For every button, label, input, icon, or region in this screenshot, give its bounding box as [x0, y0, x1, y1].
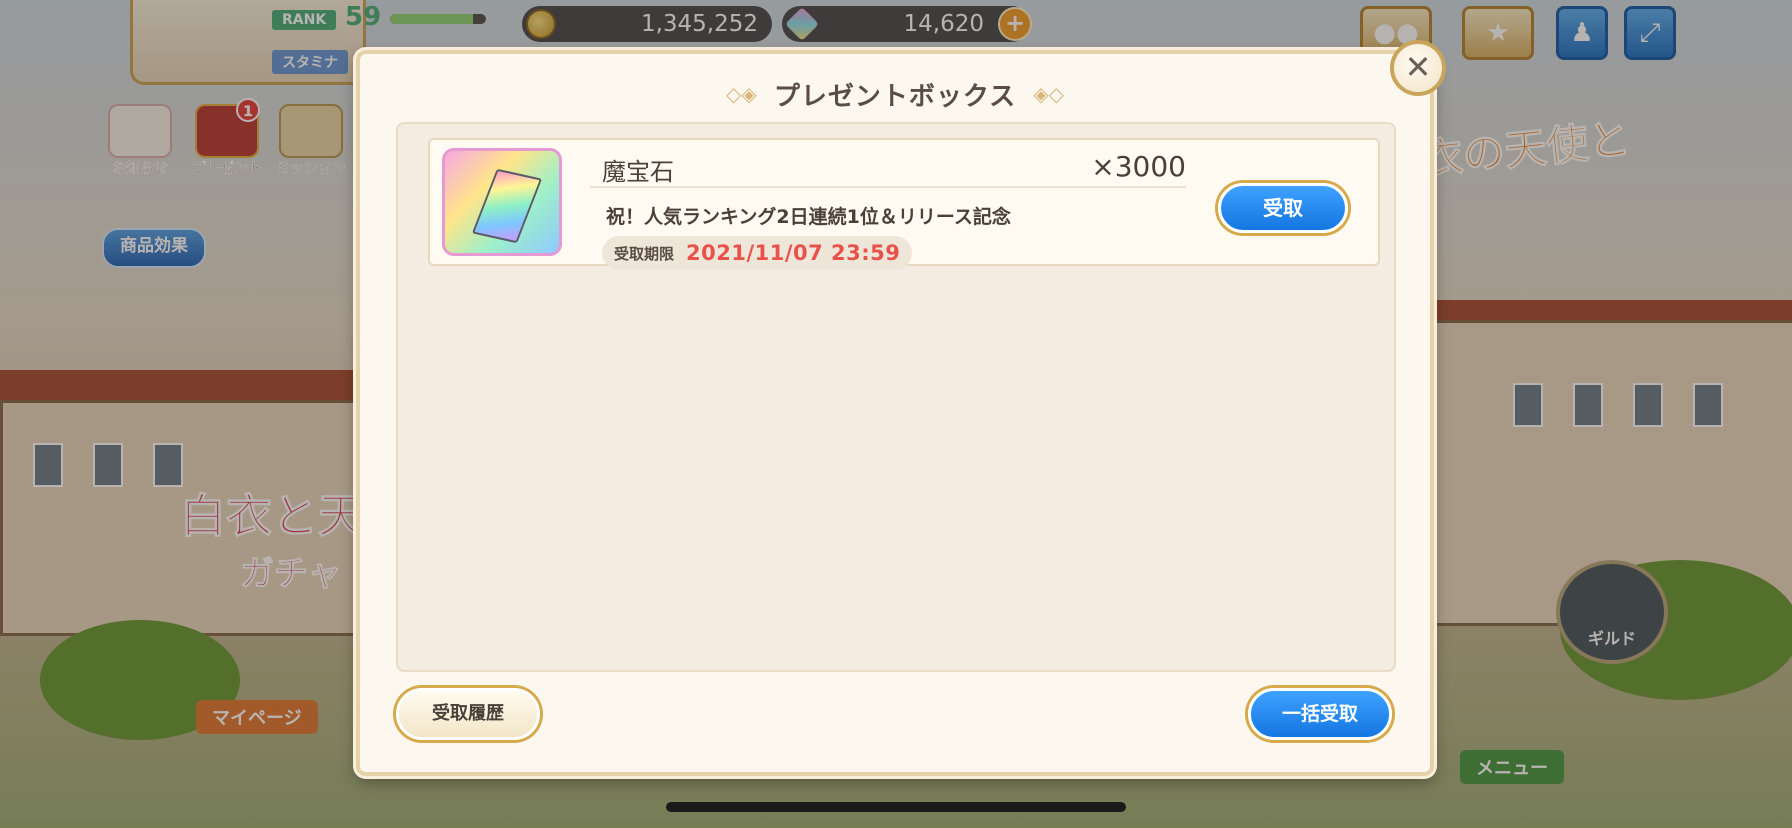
gift-item-name: 魔宝石 — [602, 158, 674, 186]
gift-item-quantity: ×3000 — [1091, 150, 1186, 183]
dialog-title: プレゼントボックス — [773, 82, 1017, 112]
close-icon: ✕ — [1404, 48, 1432, 86]
expiry-date: 2021/11/07 23:59 — [686, 241, 901, 265]
close-button[interactable]: ✕ — [1390, 40, 1446, 96]
gift-row: 魔宝石 ×3000 祝！人気ランキング2日連続1位＆リリース記念 受取期限 20… — [428, 138, 1380, 270]
expiry-label: 受取期限 — [614, 244, 675, 263]
expiry-info: 受取期限 2021/11/07 23:59 — [602, 236, 913, 270]
dialog-header: ◇◈ プレゼントボックス ◈◇ — [360, 76, 1430, 113]
magic-gem-item-icon — [442, 148, 562, 256]
home-indicator[interactable] — [666, 802, 1126, 812]
ornament-right-icon: ◈◇ — [1033, 82, 1064, 106]
bulk-receive-button[interactable]: 一括受取 — [1248, 688, 1392, 740]
present-box-dialog: ◇◈ プレゼントボックス ◈◇ 魔宝石 ×3000 祝！人気ランキング2日連続1… — [356, 50, 1434, 776]
gift-description: 祝！人気ランキング2日連続1位＆リリース記念 — [606, 206, 1011, 228]
receive-history-button[interactable]: 受取履歴 — [396, 688, 540, 740]
receive-button[interactable]: 受取 — [1218, 183, 1348, 233]
gift-list[interactable]: 魔宝石 ×3000 祝！人気ランキング2日連続1位＆リリース記念 受取期限 20… — [396, 122, 1396, 672]
ornament-left-icon: ◇◈ — [726, 82, 757, 106]
divider — [590, 186, 1186, 188]
gem-icon — [471, 168, 543, 244]
